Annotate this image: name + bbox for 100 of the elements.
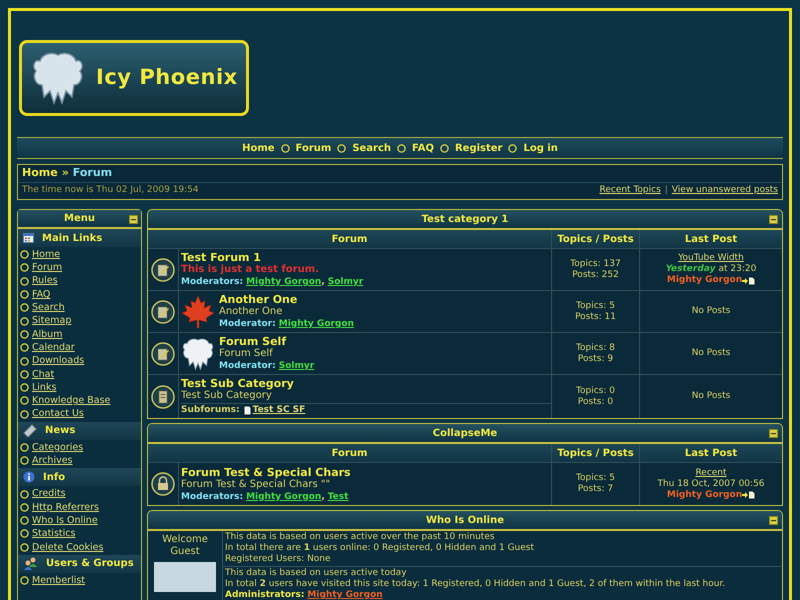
breadcrumb-separator: » (62, 165, 69, 182)
panel-title: Who Is Online (426, 514, 504, 528)
forum-title[interactable]: Forum Self (219, 335, 551, 348)
moderator-link[interactable]: Solmyr (278, 360, 314, 372)
last-post-link[interactable]: YouTube Width (678, 253, 744, 264)
moderator-link[interactable]: Mighty Gorgon (278, 318, 354, 330)
menu-link[interactable]: Calendar (32, 342, 75, 352)
comma-text: , (321, 490, 325, 502)
topics-count: Topics: 5 (576, 300, 615, 312)
info-line: This data is based on users active today (225, 568, 408, 579)
forum-description: Another One (219, 306, 284, 318)
bullet-icon (20, 576, 29, 586)
posts-count: Posts: 0 (578, 396, 614, 408)
menu-link[interactable]: Categories (32, 442, 84, 452)
menu-link[interactable]: Statistics (32, 529, 76, 539)
menu-link[interactable]: Sitemap (32, 316, 72, 326)
breadcrumb-link[interactable]: Home (22, 165, 58, 182)
maple-leaf-icon (181, 294, 215, 328)
topics-count: Topics: 137 (570, 258, 621, 270)
forum-title[interactable]: Test Forum 1 (181, 251, 551, 264)
day-text: Yesterday (666, 264, 716, 275)
author-link[interactable]: Mighty Gorgon (666, 275, 742, 286)
administrator-link[interactable]: Mighty Gorgon (307, 590, 383, 600)
panel-title: Test category 1 (422, 212, 508, 226)
forum-title[interactable]: Forum Test & Special Chars (181, 466, 551, 478)
menu-link[interactable]: Forum (32, 263, 62, 273)
quick-link[interactable]: Recent Topics (599, 184, 661, 198)
menu-link[interactable]: Memberlist (32, 576, 86, 586)
collapse-icon[interactable] (769, 215, 778, 224)
collapse-icon[interactable] (129, 215, 138, 224)
bullet-icon (440, 144, 449, 152)
goto-post-icon[interactable] (742, 491, 756, 499)
welcome-text: Welcome (162, 534, 208, 546)
menu-link[interactable]: Delete Cookies (32, 542, 104, 552)
bullet-icon (20, 516, 29, 526)
moderator-label: Moderators: (181, 276, 244, 288)
section-title: Users & Groups (46, 557, 134, 572)
menu-link[interactable]: Album (32, 330, 62, 340)
posts-count: Posts: 9 (578, 354, 614, 364)
breadcrumb-link[interactable]: Forum (72, 165, 112, 182)
forum-title[interactable]: Test Sub Category (181, 377, 551, 390)
forum-notepad-icon (151, 258, 175, 282)
nav-link[interactable]: Log in (523, 140, 558, 156)
forum-title[interactable]: Another One (219, 293, 551, 306)
menu-link[interactable]: Archives (32, 456, 72, 466)
menu-link[interactable]: Rules (32, 276, 58, 286)
moderator-link[interactable]: Test (328, 490, 348, 502)
nav-link[interactable]: Forum (296, 140, 332, 156)
column-header: Forum (148, 230, 552, 248)
moderator-link[interactable]: Mighty Gorgon (246, 490, 322, 502)
subforum-link[interactable]: Test SC SF (252, 404, 306, 416)
menu-link[interactable]: Chat (32, 370, 54, 380)
moderator-link[interactable]: Mighty Gorgon (246, 276, 322, 288)
no-posts-text: No Posts (692, 391, 730, 402)
section-title: Main Links (42, 232, 102, 246)
menu-link[interactable]: Home (32, 250, 60, 260)
menu-link[interactable]: Who Is Online (32, 516, 98, 526)
menu-link[interactable]: Contact Us (32, 409, 84, 419)
bullet-icon (20, 490, 29, 499)
menu-link[interactable]: Search (32, 303, 65, 313)
forum-description: Forum Test & Special Chars "" (181, 478, 332, 490)
menu-link[interactable]: Credits (32, 489, 66, 499)
section-title: News (45, 424, 76, 438)
menu-link[interactable]: Downloads (32, 356, 84, 366)
author-link[interactable]: Mighty Gorgon (666, 490, 742, 500)
menu-link[interactable]: Http Referrers (32, 502, 99, 512)
collapse-icon[interactable] (769, 516, 778, 525)
column-header: Topics / Posts (552, 444, 640, 462)
bullet-icon (20, 410, 29, 419)
calendar-icon (23, 233, 34, 243)
logo-text: Icy Phoenix (96, 64, 238, 92)
post-time: Thu 18 Oct, 2007 00:56 (657, 478, 765, 490)
nav-link[interactable]: Register (454, 140, 502, 156)
bullet-icon (20, 456, 29, 466)
no-posts-text: No Posts (692, 348, 730, 359)
menu-link[interactable]: Links (32, 382, 56, 392)
padlock-icon (151, 472, 175, 496)
ticket-icon (23, 424, 37, 438)
avatar-placeholder (154, 562, 216, 592)
bullet-icon (20, 263, 29, 272)
nav-link[interactable]: Home (242, 140, 275, 156)
goto-post-icon[interactable] (742, 276, 756, 284)
posts-count: Posts: 7 (578, 484, 614, 495)
forum-notepad-icon (151, 342, 175, 366)
bullet-icon (20, 330, 29, 339)
info-line: In total 2 users have visited this site today: 1 Registered, 0 Hidden and 1 Guest, 2 of them within the last hour. (225, 579, 726, 590)
menu-link[interactable]: Knowledge Base (32, 396, 110, 406)
moderator-link[interactable]: Solmyr (328, 276, 364, 288)
no-posts-text: No Posts (692, 306, 730, 317)
last-post-link[interactable]: Recent (695, 468, 727, 478)
subforums-label: Subforums: (181, 404, 240, 416)
collapse-icon[interactable] (769, 429, 778, 438)
menu-link[interactable]: FAQ (32, 290, 50, 300)
info-line: In total there are 1 users online: 0 Registered, 0 Hidden and 1 Guest (225, 543, 536, 554)
nav-link[interactable]: Search (352, 140, 392, 156)
page-icon (244, 406, 251, 414)
nav-link[interactable]: FAQ (412, 140, 434, 156)
section-title: Info (43, 470, 66, 485)
quick-link[interactable]: View unanswered posts (672, 184, 778, 198)
moderator-label: Moderator: (219, 318, 276, 330)
